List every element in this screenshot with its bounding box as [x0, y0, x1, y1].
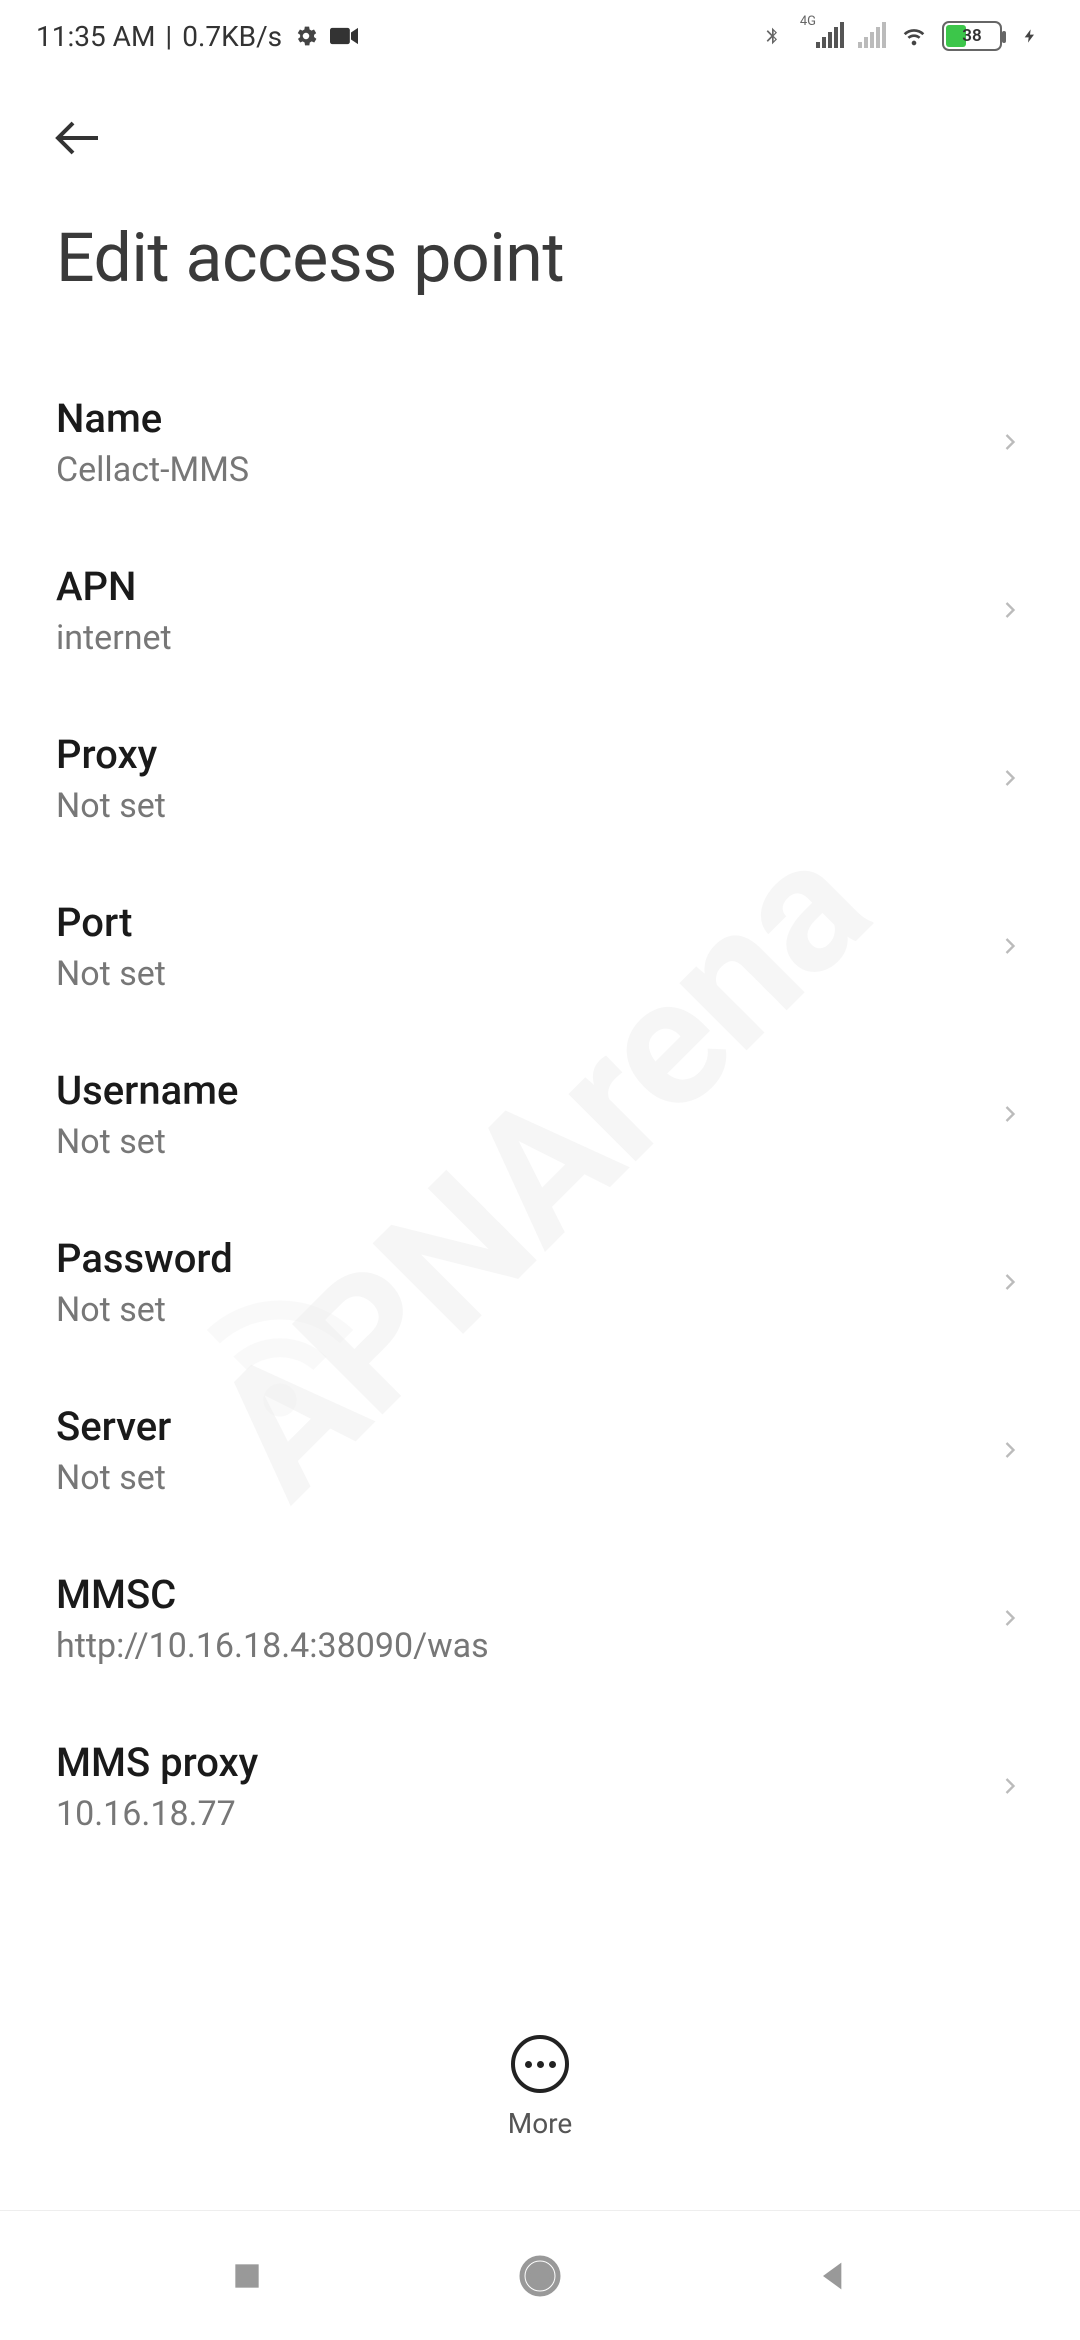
chevron-right-icon: [996, 1430, 1024, 1470]
chevron-right-icon: [996, 758, 1024, 798]
page-title: Edit access point: [0, 194, 1080, 318]
row-port-label: Port: [56, 899, 976, 946]
row-mmsc[interactable]: MMSC http://10.16.18.4:38090/was: [0, 1534, 1080, 1702]
battery-icon: 38: [942, 21, 1002, 51]
signal-2-icon: [858, 24, 886, 48]
row-mmsc-label: MMSC: [56, 1571, 976, 1618]
status-sep: |: [165, 20, 172, 53]
signal-label: 4G: [800, 14, 816, 29]
row-mms-proxy[interactable]: MMS proxy 10.16.18.77: [0, 1702, 1080, 1870]
chevron-right-icon: [996, 590, 1024, 630]
more-icon: [511, 2035, 569, 2093]
row-apn[interactable]: APN internet: [0, 526, 1080, 694]
status-netspeed: 0.7KB/s: [182, 20, 282, 53]
toolbar: [0, 72, 1080, 194]
row-password-label: Password: [56, 1235, 976, 1282]
row-password[interactable]: Password Not set: [0, 1198, 1080, 1366]
row-username-label: Username: [56, 1067, 976, 1114]
row-username[interactable]: Username Not set: [0, 1030, 1080, 1198]
chevron-right-icon: [996, 1094, 1024, 1134]
more-label: More: [508, 2107, 573, 2140]
row-proxy-label: Proxy: [56, 731, 976, 778]
chevron-right-icon: [996, 1598, 1024, 1638]
row-name[interactable]: Name Cellact-MMS: [0, 358, 1080, 526]
row-port-value: Not set: [56, 954, 976, 994]
more-button[interactable]: More: [0, 2035, 1080, 2140]
row-mms-proxy-label: MMS proxy: [56, 1739, 976, 1786]
row-server[interactable]: Server Not set: [0, 1366, 1080, 1534]
row-username-value: Not set: [56, 1122, 976, 1162]
signal-1-icon: [816, 24, 844, 48]
row-server-label: Server: [56, 1403, 976, 1450]
nav-back-button[interactable]: [783, 2226, 883, 2326]
nav-recent-button[interactable]: [197, 2226, 297, 2326]
status-time: 11:35 AM: [36, 20, 155, 53]
row-mmsc-value: http://10.16.18.4:38090/was: [56, 1626, 976, 1666]
row-proxy[interactable]: Proxy Not set: [0, 694, 1080, 862]
row-mms-proxy-value: 10.16.18.77: [56, 1794, 976, 1834]
camera-icon: [330, 22, 358, 50]
nav-home-button[interactable]: [490, 2226, 590, 2326]
settings-icon: [292, 22, 320, 50]
wifi-icon: [900, 22, 928, 50]
chevron-right-icon: [996, 926, 1024, 966]
row-name-label: Name: [56, 395, 976, 442]
settings-list: Name Cellact-MMS APN internet Proxy Not …: [0, 318, 1080, 1870]
row-port[interactable]: Port Not set: [0, 862, 1080, 1030]
navigation-bar: [0, 2210, 1080, 2340]
row-server-value: Not set: [56, 1458, 976, 1498]
battery-percent: 38: [944, 26, 1000, 46]
chevron-right-icon: [996, 1262, 1024, 1302]
row-apn-value: internet: [56, 618, 976, 658]
row-apn-label: APN: [56, 563, 976, 610]
charging-icon: [1016, 22, 1044, 50]
chevron-right-icon: [996, 1766, 1024, 1806]
status-bar: 11:35 AM | 0.7KB/s 4G 38: [0, 0, 1080, 72]
row-name-value: Cellact-MMS: [56, 450, 976, 490]
row-proxy-value: Not set: [56, 786, 976, 826]
bluetooth-icon: [758, 22, 786, 50]
back-button[interactable]: [48, 102, 120, 174]
chevron-right-icon: [996, 422, 1024, 462]
row-password-value: Not set: [56, 1290, 976, 1330]
